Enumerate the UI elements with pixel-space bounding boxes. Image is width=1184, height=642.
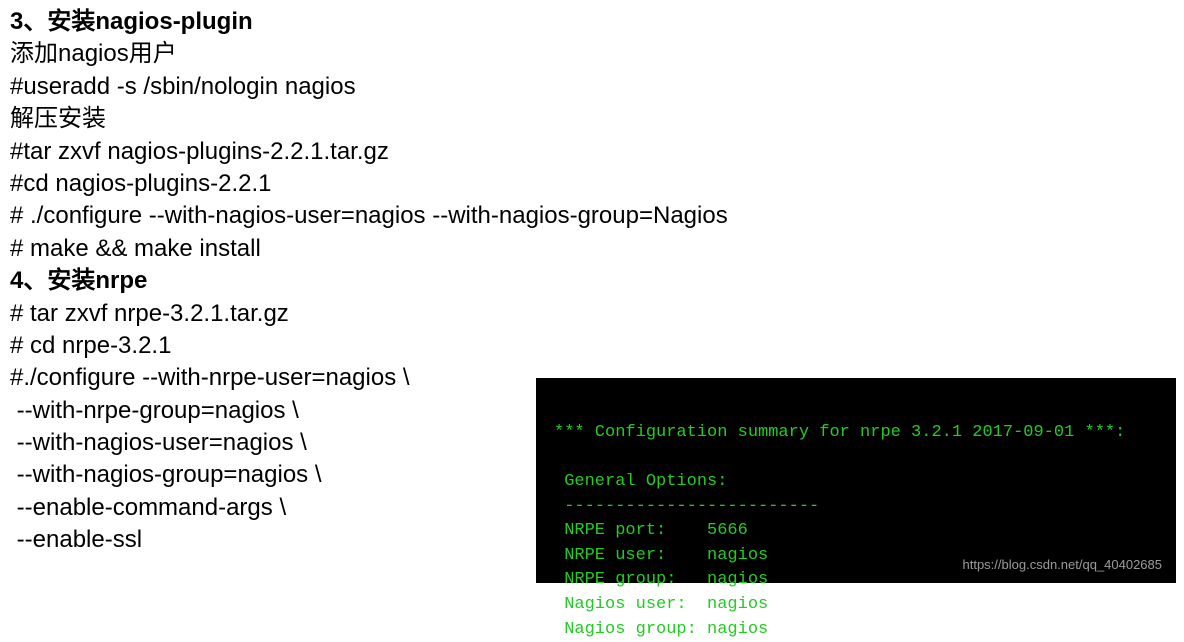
configure-line-1: #./configure --with-nrpe-user=nagios \ — [10, 362, 410, 394]
section3-heading: 3、安装nagios-plugin — [10, 6, 1174, 38]
terminal-output: *** Configuration summary for nrpe 3.2.1… — [536, 378, 1176, 583]
extract-install-label: 解压安装 — [10, 103, 1174, 135]
cd-nrpe-command: # cd nrpe-3.2.1 — [10, 330, 1174, 362]
watermark-text: https://blog.csdn.net/qq_40402685 — [963, 556, 1163, 575]
configure-line-4: --with-nagios-group=nagios \ — [10, 459, 410, 491]
add-user-label: 添加nagios用户 — [10, 38, 1174, 70]
section4-heading: 4、安装nrpe — [10, 265, 1174, 297]
configure-plugin-command: # ./configure --with-nagios-user=nagios … — [10, 200, 1174, 232]
nrpe-port-line: NRPE port: 5666 — [554, 521, 748, 540]
configure-block: #./configure --with-nrpe-user=nagios \ -… — [10, 362, 410, 556]
configure-line-6: --enable-ssl — [10, 524, 410, 556]
nrpe-group-line: NRPE group: nagios — [554, 570, 768, 589]
nagios-group-line: Nagios group: nagios — [554, 620, 768, 639]
nagios-user-line: Nagios user: nagios — [554, 595, 768, 614]
useradd-command: #useradd -s /sbin/nologin nagios — [10, 71, 1174, 103]
divider-dashes: ------------------------- — [554, 497, 819, 516]
configure-line-3: --with-nagios-user=nagios \ — [10, 427, 410, 459]
cd-plugin-command: #cd nagios-plugins-2.2.1 — [10, 168, 1174, 200]
general-options-label: General Options: — [554, 472, 727, 491]
configure-line-5: --enable-command-args \ — [10, 492, 410, 524]
config-summary-line: *** Configuration summary for nrpe 3.2.1… — [554, 423, 1125, 442]
nrpe-user-line: NRPE user: nagios — [554, 546, 768, 565]
configure-line-2: --with-nrpe-group=nagios \ — [10, 395, 410, 427]
tar-plugin-command: #tar zxvf nagios-plugins-2.2.1.tar.gz — [10, 136, 1174, 168]
tar-nrpe-command: # tar zxvf nrpe-3.2.1.tar.gz — [10, 298, 1174, 330]
make-command: # make && make install — [10, 233, 1174, 265]
